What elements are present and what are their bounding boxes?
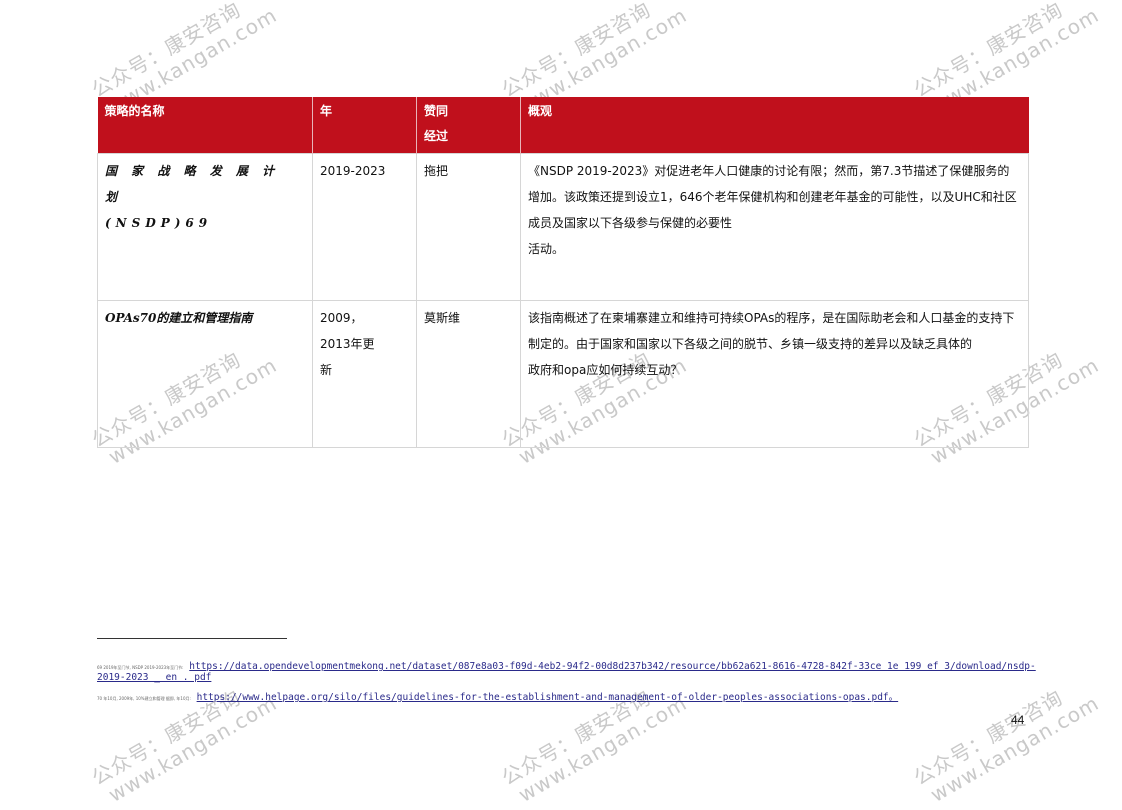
header-year: 年 [312, 97, 417, 154]
policy-name-cell: OPAs70的建立和管理指南 [97, 300, 313, 448]
footnote-marker: 70 年10月, 2009年, 10%建立和管理 据即, 年10月: [97, 696, 191, 701]
watermark-line1: 公众号：康安咨询 [87, 0, 245, 102]
footnote-link[interactable]: https://data.opendevelopmentmekong.net/d… [189, 661, 1035, 672]
page-number: 44 [1011, 713, 1025, 727]
footnote-separator [97, 638, 287, 639]
footnote-69: 69 2019年至门节, NSDP 2019-2023年至门节: https:/… [97, 661, 1036, 683]
watermark: 公众号：康安咨询 www.kangan.com [910, 672, 1104, 810]
table-row: OPAs70的建立和管理指南 2009， 2013年更 新 莫斯维 该指南概述了… [97, 300, 1029, 448]
watermark-line1: 公众号：康安咨询 [909, 0, 1067, 102]
footnote-link[interactable]: https://www.helpage.org/silo/files/guide… [197, 692, 899, 703]
header-overview: 概观 [520, 97, 1029, 154]
footnote-link-continued[interactable]: 2019-2023 _ en . pdf [97, 672, 211, 683]
footnote-marker: 69 2019年至门节, NSDP 2019-2023年至门节: [97, 665, 184, 670]
footnote-70: 70 年10月, 2009年, 10%建立和管理 据即, 年10月: https… [97, 689, 898, 703]
header-approved-by: 赞同 经过 [416, 97, 521, 154]
watermark-line1: 公众号：康安咨询 [497, 0, 655, 102]
header-policy-name: 策略的名称 [97, 97, 313, 154]
policy-name-cell: 国 家 战 略 发 展 计 划 (NSDP)69 [97, 153, 313, 301]
approver-cell: 拖把 [416, 153, 521, 301]
overview-cell: 该指南概述了在柬埔寨建立和维持可持续OPAs的程序，是在国际助老会和人口基金的支… [520, 300, 1029, 448]
table-row: 国 家 战 略 发 展 计 划 (NSDP)69 2019-2023 拖把 《N… [97, 153, 1029, 301]
policy-table: 策略的名称 年 赞同 经过 概观 国 家 战 略 发 展 计 划 (NSDP)6… [97, 97, 1029, 448]
approver-cell: 莫斯维 [416, 300, 521, 448]
year-cell: 2009， 2013年更 新 [312, 300, 417, 448]
table-header-row: 策略的名称 年 赞同 经过 概观 [97, 97, 1029, 154]
policy-name: 国 家 战 略 发 展 计 划 (NSDP)69 [105, 164, 280, 230]
year-cell: 2019-2023 [312, 153, 417, 301]
overview-cell: 《NSDP 2019-2023》对促进老年人口健康的讨论有限；然而，第7.3节描… [520, 153, 1029, 301]
